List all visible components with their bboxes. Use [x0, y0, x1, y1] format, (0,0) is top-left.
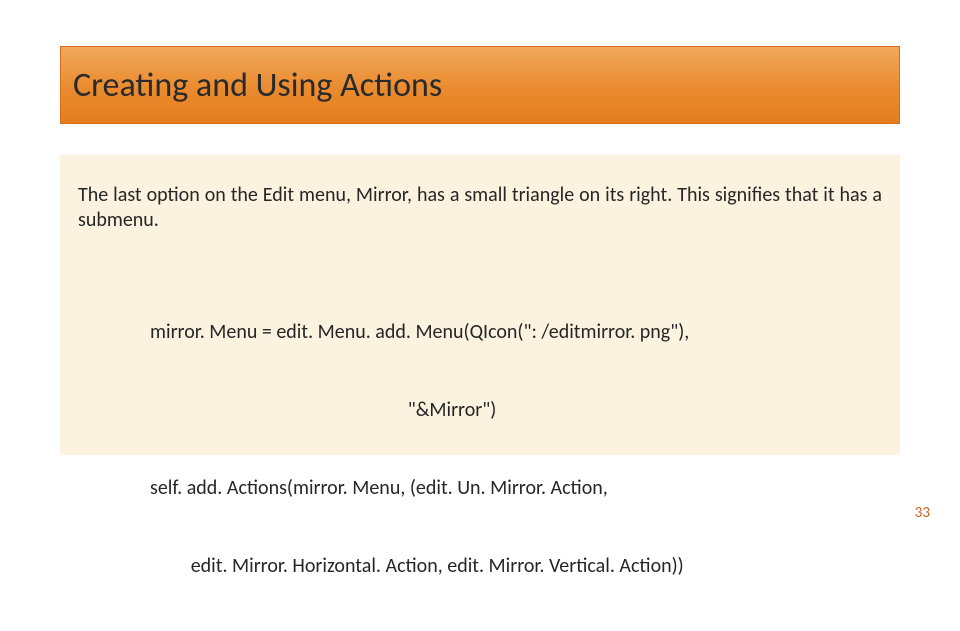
page-number: 33	[915, 504, 930, 522]
slide: Creating and Using Actions The last opti…	[0, 0, 960, 540]
intro-text: The last option on the Edit menu, Mirror…	[78, 183, 882, 233]
code-line: edit. Mirror. Horizontal. Action, edit. …	[150, 553, 882, 579]
title-bar: Creating and Using Actions	[60, 46, 900, 124]
code-line: mirror. Menu = edit. Menu. add. Menu(QIc…	[150, 319, 882, 345]
body-panel: The last option on the Edit menu, Mirror…	[60, 155, 900, 455]
code-line: "&Mirror")	[150, 397, 882, 423]
slide-title: Creating and Using Actions	[73, 65, 442, 106]
code-line: self. add. Actions(mirror. Menu, (edit. …	[150, 475, 882, 501]
code-block: mirror. Menu = edit. Menu. add. Menu(QIc…	[78, 267, 882, 631]
